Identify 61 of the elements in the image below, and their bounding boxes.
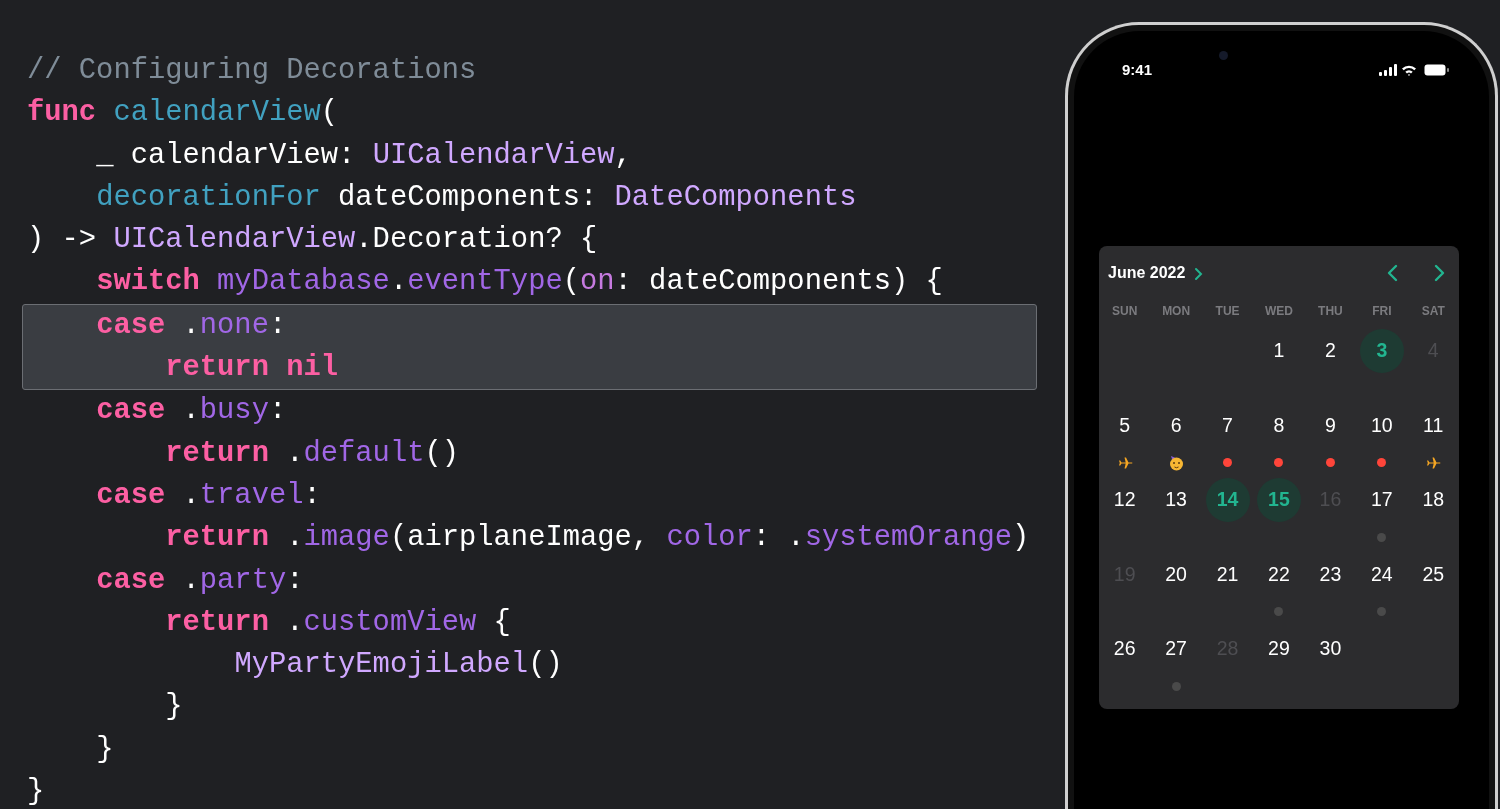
code-line: case .none: bbox=[96, 307, 287, 344]
code-line: } bbox=[165, 689, 183, 726]
day-number[interactable]: 22 bbox=[1256, 552, 1301, 597]
day-number[interactable]: 9 bbox=[1308, 403, 1353, 448]
status-time: 9:41 bbox=[1122, 59, 1153, 80]
code-line: func calendarView( bbox=[27, 95, 339, 132]
chevron-left-icon bbox=[1387, 264, 1398, 282]
day-number[interactable]: 13 bbox=[1154, 478, 1199, 522]
code-line: return .customView { bbox=[165, 604, 511, 641]
day-number[interactable]: 14 bbox=[1205, 478, 1250, 522]
code-line: // Configuring Decorations bbox=[27, 53, 477, 89]
code-line: switch myDatabase.eventType(on: dateComponents) { bbox=[96, 264, 943, 301]
chevron-right-icon bbox=[1194, 266, 1204, 281]
code-line: } bbox=[27, 774, 45, 809]
day-number[interactable]: 24 bbox=[1359, 552, 1404, 597]
day-number[interactable]: 23 bbox=[1308, 552, 1353, 597]
wifi-icon bbox=[1401, 64, 1417, 76]
day-number[interactable]: 27 bbox=[1154, 627, 1199, 671]
weekday-label: MON bbox=[1162, 303, 1191, 320]
code-line: case .busy: bbox=[96, 393, 287, 430]
party-face-icon bbox=[1168, 454, 1185, 471]
weekday-label: SUN bbox=[1112, 303, 1138, 320]
month-button[interactable]: June 2022 bbox=[1108, 261, 1204, 285]
weekday-label: TUE bbox=[1215, 303, 1240, 320]
day-number[interactable]: 20 bbox=[1154, 552, 1199, 597]
code-line: return .default() bbox=[165, 435, 460, 472]
day-number[interactable]: 8 bbox=[1256, 403, 1301, 448]
day-number[interactable]: 10 bbox=[1359, 403, 1404, 448]
weekday-label: FRI bbox=[1372, 303, 1392, 320]
camera-lens bbox=[1219, 51, 1228, 60]
day-number[interactable]: 2 bbox=[1308, 329, 1353, 373]
day-number[interactable]: 18 bbox=[1411, 478, 1456, 522]
day-number[interactable]: 5 bbox=[1102, 403, 1147, 448]
chevron-right-icon bbox=[1434, 264, 1445, 282]
day-number[interactable]: 26 bbox=[1102, 627, 1147, 671]
code-line: decorationFor dateComponents: DateComponents bbox=[96, 179, 857, 216]
code-line: return .image(airplaneImage, color: .systemOrange) bbox=[165, 520, 1030, 557]
code-line: _ calendarView: UICalendarView, bbox=[96, 137, 632, 174]
day-number[interactable]: 30 bbox=[1308, 627, 1353, 671]
weekday-label: SAT bbox=[1421, 303, 1445, 320]
weekday-label: WED bbox=[1264, 303, 1293, 320]
day-number[interactable]: 21 bbox=[1205, 552, 1250, 597]
code-line: } bbox=[96, 731, 114, 768]
day-number[interactable]: 17 bbox=[1359, 478, 1404, 522]
battery-icon bbox=[1424, 64, 1449, 76]
code-line: return nil bbox=[165, 350, 339, 387]
code-line: ) -> UICalendarView.Decoration? { bbox=[27, 222, 598, 259]
day-number[interactable]: 1 bbox=[1256, 329, 1301, 373]
code-line: case .travel: bbox=[96, 477, 321, 514]
day-number[interactable]: 7 bbox=[1205, 403, 1250, 448]
day-number[interactable]: 29 bbox=[1256, 627, 1301, 671]
day-number[interactable]: 25 bbox=[1411, 552, 1456, 597]
code-line: case .party: bbox=[96, 562, 304, 599]
weekday-label: THU bbox=[1318, 303, 1343, 320]
day-number[interactable]: 6 bbox=[1154, 403, 1199, 448]
code-line: MyPartyEmojiLabel() bbox=[234, 647, 563, 684]
signal-icon bbox=[1379, 64, 1397, 76]
day-number[interactable]: 3 bbox=[1359, 329, 1404, 373]
day-number[interactable]: 11 bbox=[1411, 403, 1456, 448]
day-number[interactable]: 15 bbox=[1256, 478, 1301, 522]
day-number[interactable]: 12 bbox=[1102, 478, 1147, 522]
